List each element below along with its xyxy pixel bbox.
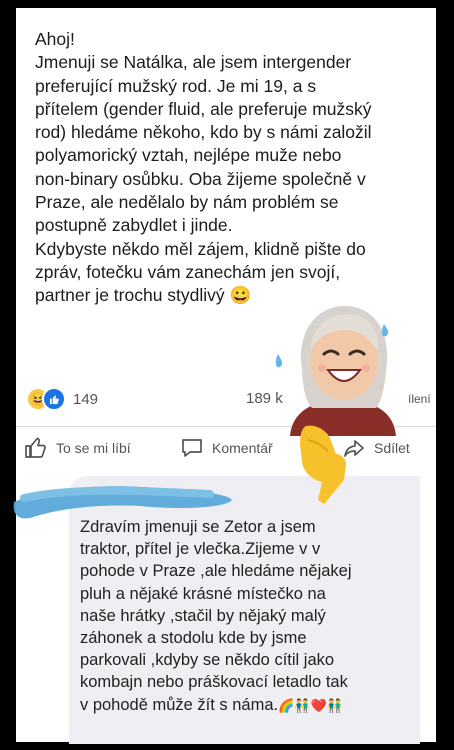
- comment-line: pluh a nějaké krásné místečko na: [80, 584, 326, 603]
- share-button[interactable]: Sdílet: [342, 437, 410, 459]
- comment-icon: [182, 439, 202, 457]
- grin-emoji: 😀: [229, 285, 252, 306]
- thumbs-up-icon: [25, 437, 46, 458]
- comment-line-last: v pohodě může žít s náma.🌈👬❤️👬: [80, 694, 420, 717]
- like-reaction-icon: [42, 387, 66, 411]
- post-line: Praze, ale nedělalo by nám problém se: [35, 192, 339, 213]
- post-line: zpráv, fotečku vám zanechám jen svojí,: [35, 261, 341, 282]
- comment-text: Zdravím jmenuji se Zetor a jsem traktor,…: [80, 516, 420, 717]
- post-line: Ahoj!: [35, 29, 75, 49]
- post-line: přítelem (gender fluid, ale preferuje mu…: [35, 98, 372, 119]
- comment-line: naše hrátky ,stačil by nějaký malý: [80, 606, 326, 625]
- comment-line: v pohodě může žít s náma.: [80, 695, 279, 714]
- post-line: postupně zabydlet i jinde.: [35, 215, 233, 236]
- post-line: non-binary osůbku. Oba žijeme společně v: [35, 168, 366, 189]
- post-line: partner je trochu stydlivý: [35, 285, 225, 306]
- post-line: preferující mužský rod. Je mi 19, a s: [35, 75, 317, 96]
- comment-emojis: 🌈👬❤️👬: [278, 697, 343, 713]
- like-button[interactable]: To se mi líbí: [24, 437, 131, 459]
- comment-line: parkovali ,kdyby se někdo cítil jako: [80, 651, 335, 670]
- pointing-finger-icon: [300, 425, 346, 504]
- comment-line: kombajn nebo práškovací letadlo tak: [80, 673, 348, 692]
- post-line: rod) hledáme někoho, kdo by s námi založ…: [35, 122, 372, 143]
- comment-line: záhonek a stodolu kde by jsme: [80, 629, 307, 648]
- comment-label: Komentář: [212, 440, 273, 456]
- memoji-sticker: [275, 306, 396, 436]
- comment-line: Zdravím jmenuji se Zetor a jsem: [80, 518, 316, 536]
- post-line: Jmenuji se Natálka, ale jsem intergender: [35, 52, 352, 73]
- reaction-summary[interactable]: 😆 149: [28, 386, 98, 412]
- post-line: Kdybyste někdo měl zájem, klidně pište d…: [35, 238, 366, 259]
- share-label: Sdílet: [374, 440, 410, 456]
- post-line: polyamorický vztah, nejlépe muže nebo: [35, 145, 342, 166]
- comment-line: traktor, přítel je vlečka.Zijeme v v: [80, 540, 321, 559]
- comment-line: pohode v Praze ,ale hledáme nějakej: [80, 562, 352, 581]
- reaction-count: 149: [73, 390, 99, 408]
- like-label: To se mi líbí: [56, 440, 131, 456]
- comment-button[interactable]: Komentář: [180, 437, 273, 459]
- post-text: Ahoj! Jmenuji se Natálka, ale jsem inter…: [35, 28, 430, 308]
